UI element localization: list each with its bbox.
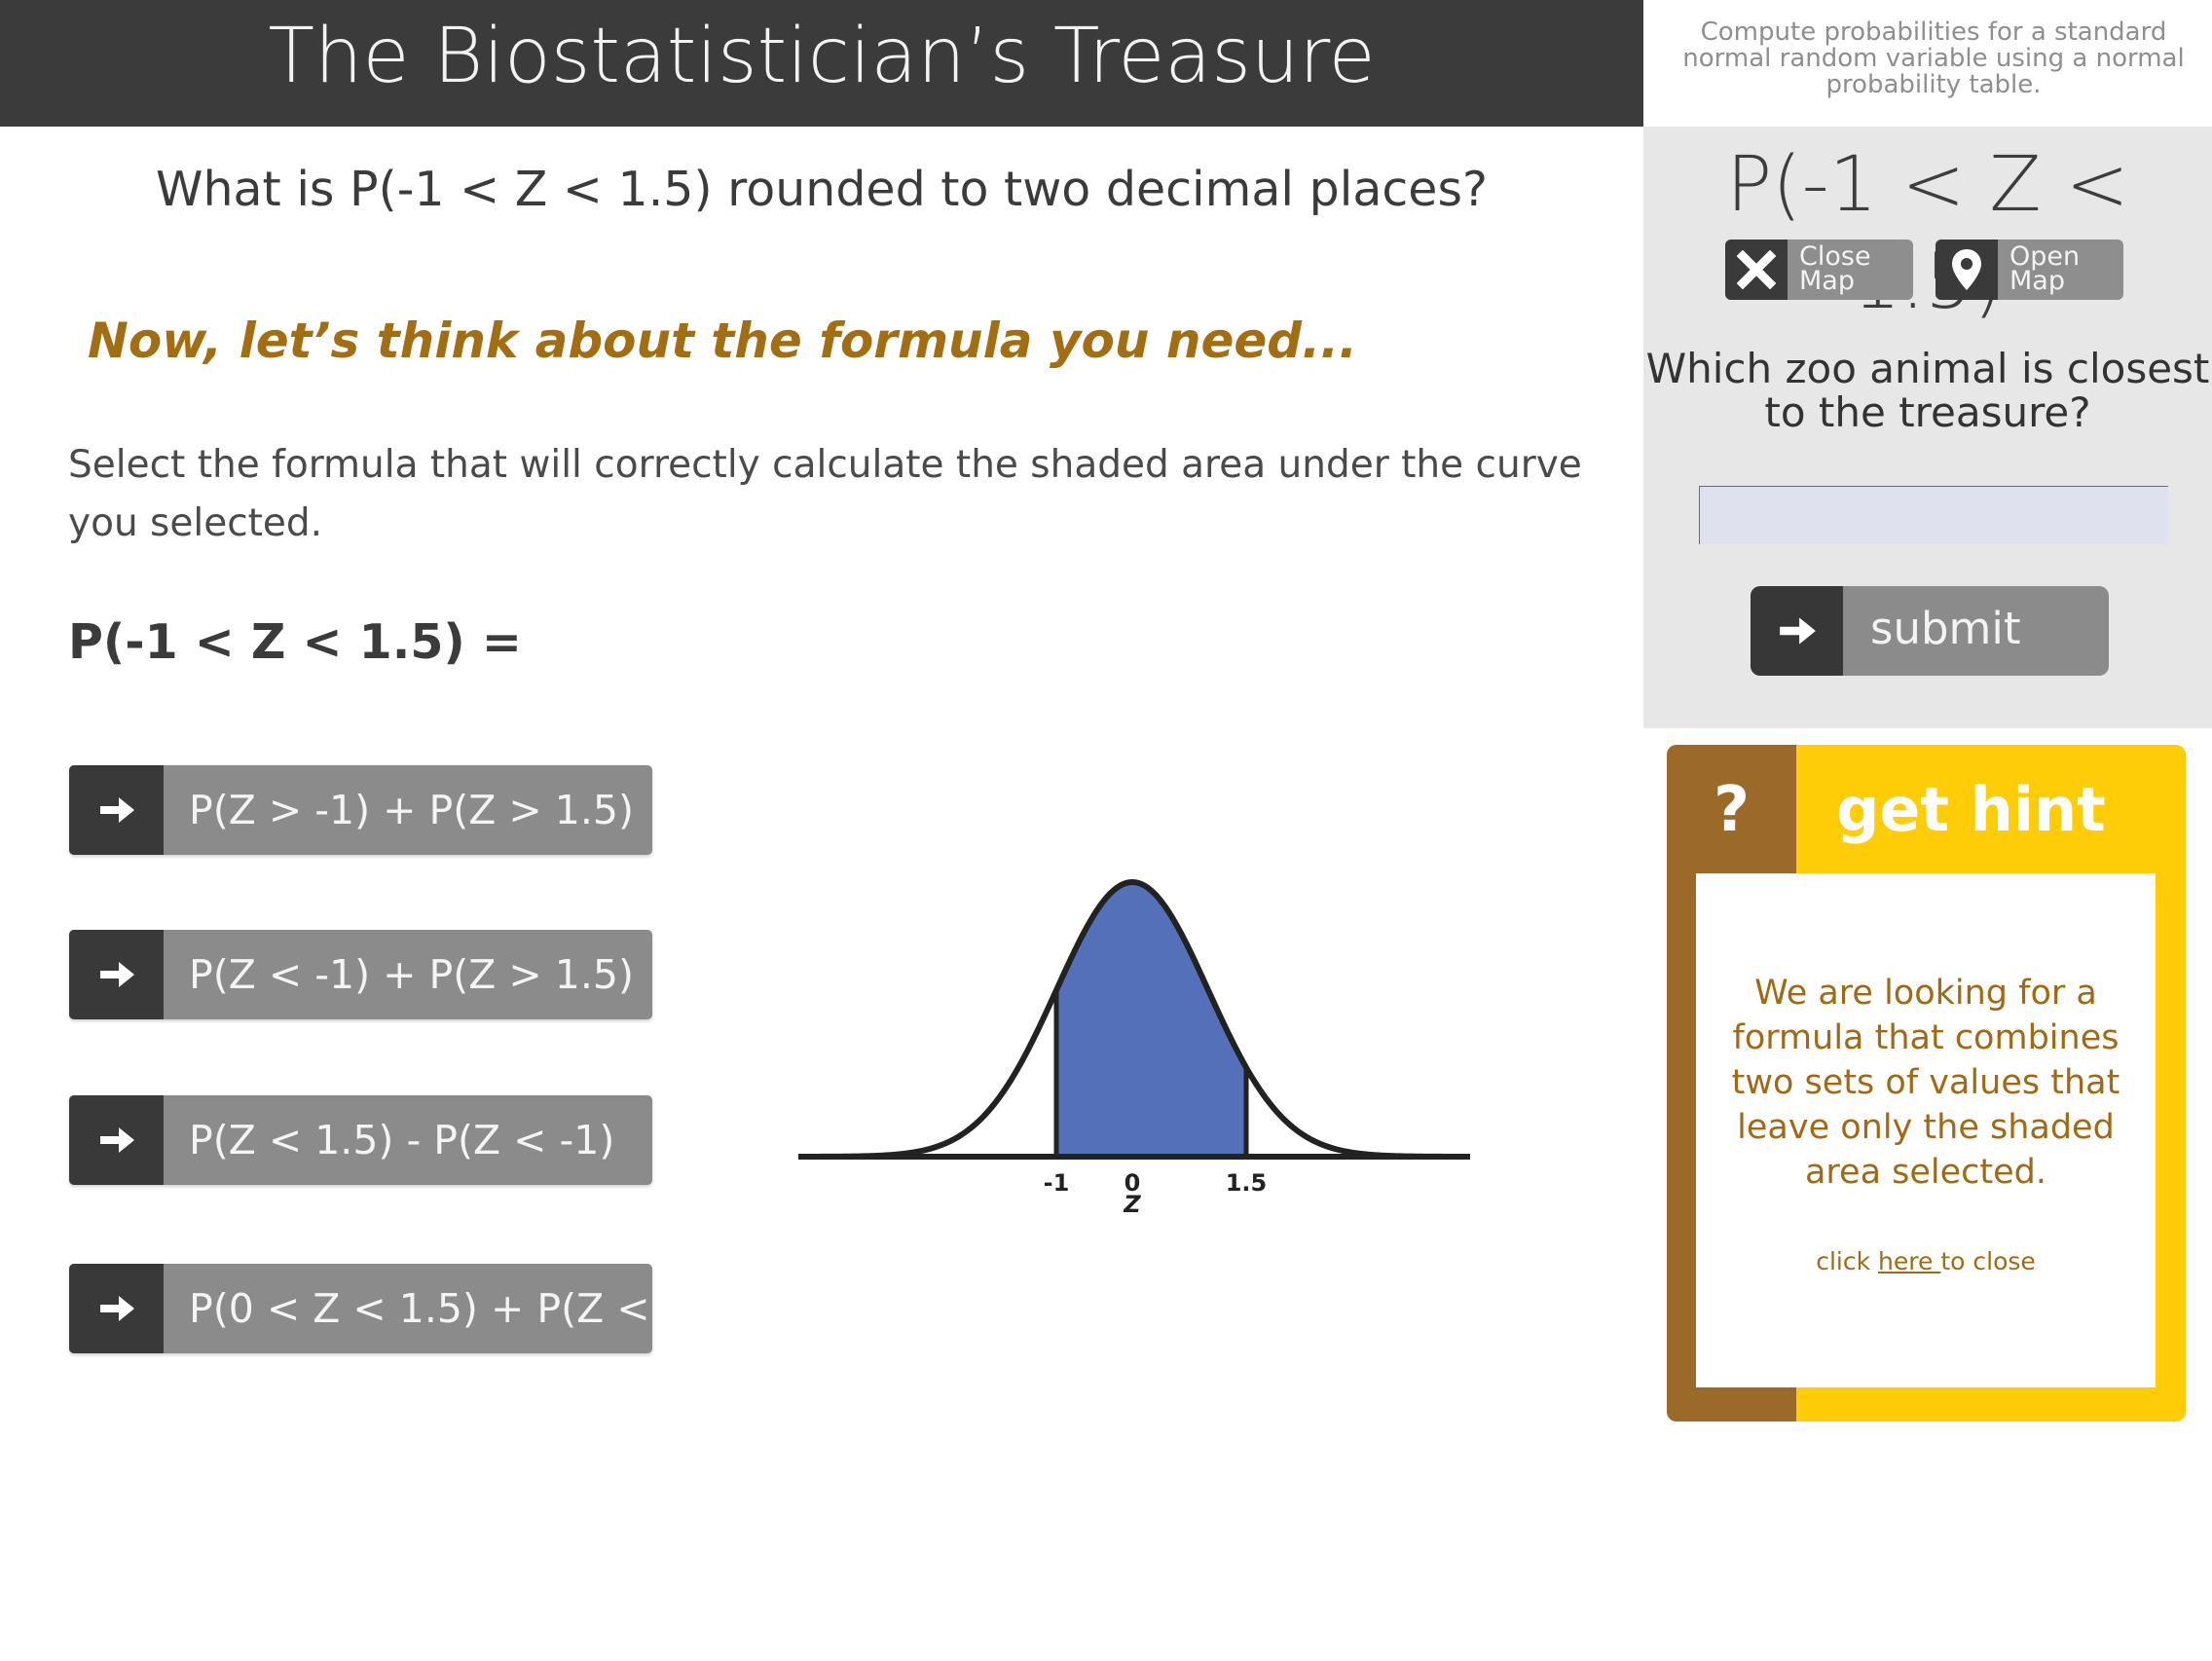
close-map-label: Close Map: [1799, 241, 1871, 296]
submit-label: submit: [1870, 603, 2021, 654]
open-map-label: Open Map: [2009, 241, 2081, 296]
normal-curve-chart: -1 0 1.5 Z: [798, 878, 1470, 1218]
formula-option-label: P(0 < Z < 1.5) + P(Z < -1): [189, 1285, 652, 1332]
header-bar: The Biostatistician’s Treasure: [0, 0, 1643, 127]
open-map-button[interactable]: Open Map: [1936, 240, 2123, 300]
question-text: What is P(-1 < Z < 1.5) rounded to two d…: [156, 162, 1488, 217]
arrow-right-icon: [69, 765, 164, 855]
arrow-right-icon: [69, 1264, 164, 1353]
formula-option-label: P(Z > -1) + P(Z > 1.5): [189, 787, 634, 833]
formula-option-label: P(Z < 1.5) - P(Z < -1): [189, 1117, 615, 1163]
instruction-text: Select the formula that will correctly c…: [68, 443, 1582, 545]
formula-option-1[interactable]: P(Z > -1) + P(Z > 1.5): [69, 765, 652, 855]
equation-label: P(-1 < Z < 1.5) =: [68, 614, 522, 670]
close-icon: [1725, 240, 1788, 300]
arrow-right-icon: [1751, 586, 1843, 676]
hint-close-suffix: to close: [1940, 1247, 2036, 1275]
map-pin-icon: [1936, 240, 1998, 300]
tick-label-neg1: -1: [1044, 1169, 1070, 1197]
side-panel: P(-1 < Z < 1.5) Close Map Open Map Which…: [1643, 127, 2212, 728]
shaded-area: [1056, 882, 1246, 1157]
page-title: The Biostatistician’s Treasure: [268, 13, 1376, 100]
probability-heading: P(-1 < Z < 1.5): [1726, 141, 2129, 326]
formula-option-3[interactable]: P(Z < 1.5) - P(Z < -1): [69, 1095, 652, 1185]
page-subtitle: Compute probabilities for a standard nor…: [1682, 18, 2185, 99]
hint-close-link[interactable]: here: [1878, 1247, 1940, 1275]
hint-panel: ? get hint We are looking for a formula …: [1667, 745, 2186, 1421]
formula-option-label: P(Z < -1) + P(Z > 1.5): [189, 951, 634, 998]
hint-message: We are looking for a formula that combin…: [1731, 974, 2120, 1192]
arrow-right-icon: [69, 1095, 164, 1185]
submit-button[interactable]: submit: [1751, 586, 2109, 676]
question-mark-icon: ?: [1713, 774, 1751, 846]
hint-close-prefix: click: [1816, 1247, 1879, 1275]
close-map-button[interactable]: Close Map: [1725, 240, 1913, 300]
prompt-heading: Now, let’s think about the formula you n…: [88, 313, 1358, 369]
hint-card: We are looking for a formula that combin…: [1696, 873, 2156, 1387]
tick-label-1-5: 1.5: [1226, 1169, 1268, 1197]
answer-input[interactable]: [1699, 486, 2168, 544]
formula-option-4[interactable]: P(0 < Z < 1.5) + P(Z < -1): [69, 1264, 652, 1353]
formula-option-2[interactable]: P(Z < -1) + P(Z > 1.5): [69, 930, 652, 1019]
zoo-question: Which zoo animal is closest to the treas…: [1645, 345, 2210, 436]
x-axis-label: Z: [1123, 1191, 1141, 1218]
arrow-right-icon: [69, 930, 164, 1019]
hint-close-text: click here to close: [1696, 1245, 2156, 1278]
get-hint-button[interactable]: get hint: [1836, 766, 2106, 854]
